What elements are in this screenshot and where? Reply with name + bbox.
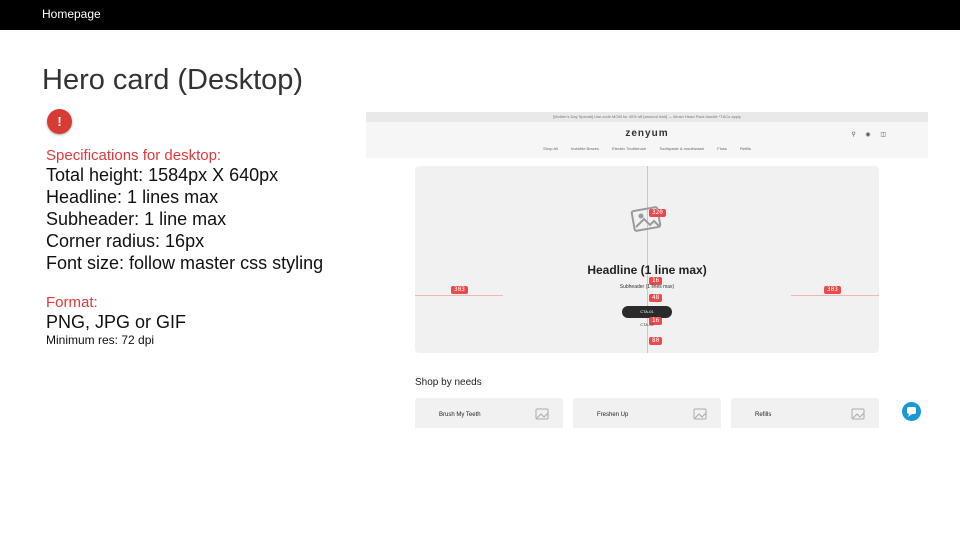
cta-button[interactable]: CTA-01 <box>622 306 672 318</box>
category-card[interactable]: Brush My Teeth <box>415 398 563 428</box>
format-resolution: Minimum res: 72 dpi <box>46 333 155 347</box>
right-guide <box>791 295 879 296</box>
nav-link[interactable]: Refills <box>740 146 751 151</box>
chat-icon[interactable] <box>902 402 921 421</box>
image-placeholder-icon <box>630 206 662 232</box>
site-header: zenyum ⚲ ◉ ◫ Shop All Invisible Braces E… <box>366 122 928 158</box>
card-label: Brush My Teeth <box>439 412 481 418</box>
cta-secondary[interactable]: CTA-02 <box>415 322 879 327</box>
format-types: PNG, JPG or GIF <box>46 312 187 332</box>
nav-link[interactable]: Electric Toothbrush <box>612 146 646 151</box>
promo-banner[interactable]: [Mother's Day Special] Use code MOM for … <box>366 112 928 122</box>
category-card[interactable]: Refills <box>731 398 879 428</box>
format-heading: Format: <box>46 294 98 311</box>
hero-card[interactable]: 320 303 303 Headline (1 line max) 16 Sub… <box>415 166 879 353</box>
measure-tag: 320 <box>649 209 666 217</box>
nav-link[interactable]: Shop All <box>543 146 558 151</box>
spec-line: Subheader: 1 line max <box>46 209 227 229</box>
shop-by-needs-title: Shop by needs <box>415 377 482 388</box>
spec-heading: Specifications for desktop: <box>46 147 222 164</box>
chat-bubble-icon <box>907 407 916 417</box>
specifications: Specifications for desktop: Total height… <box>46 147 356 274</box>
card-label: Freshen Up <box>597 412 629 418</box>
header-icons[interactable]: ⚲ ◉ ◫ <box>851 131 890 138</box>
spec-line: Font size: follow master css styling <box>46 253 324 273</box>
nav-link[interactable]: Toothpaste & mouthwash <box>659 146 704 151</box>
alert-icon: ! <box>47 109 72 134</box>
format-section: Format: PNG, JPG or GIF Minimum res: 72 … <box>46 294 356 347</box>
measure-tag: 80 <box>649 337 663 345</box>
measure-tag: 48 <box>649 294 663 302</box>
topbar-title: Homepage <box>42 7 101 21</box>
card-label: Refills <box>755 412 772 418</box>
left-guide <box>415 295 503 296</box>
site-logo[interactable]: zenyum <box>366 128 928 139</box>
nav-link[interactable]: Invisible Braces <box>571 146 599 151</box>
image-icon <box>851 408 865 420</box>
hero-subheader: Subheader (1 lines max) <box>619 284 675 290</box>
spec-line: Corner radius: 16px <box>46 231 205 251</box>
image-icon <box>535 408 549 420</box>
hero-headline: Headline (1 line max) <box>587 263 707 277</box>
desktop-mockup: [Mother's Day Special] Use code MOM for … <box>366 112 928 428</box>
category-card[interactable]: Freshen Up <box>573 398 721 428</box>
nav-link[interactable]: Floss <box>717 146 727 151</box>
top-bar: Homepage <box>0 0 960 30</box>
page-title: Hero card (Desktop) <box>42 64 304 96</box>
nav-links: Shop All Invisible Braces Electric Tooth… <box>366 146 928 151</box>
spec-line: Headline: 1 lines max <box>46 187 219 207</box>
image-icon <box>693 408 707 420</box>
spec-line: Total height: 1584px X 640px <box>46 165 279 185</box>
